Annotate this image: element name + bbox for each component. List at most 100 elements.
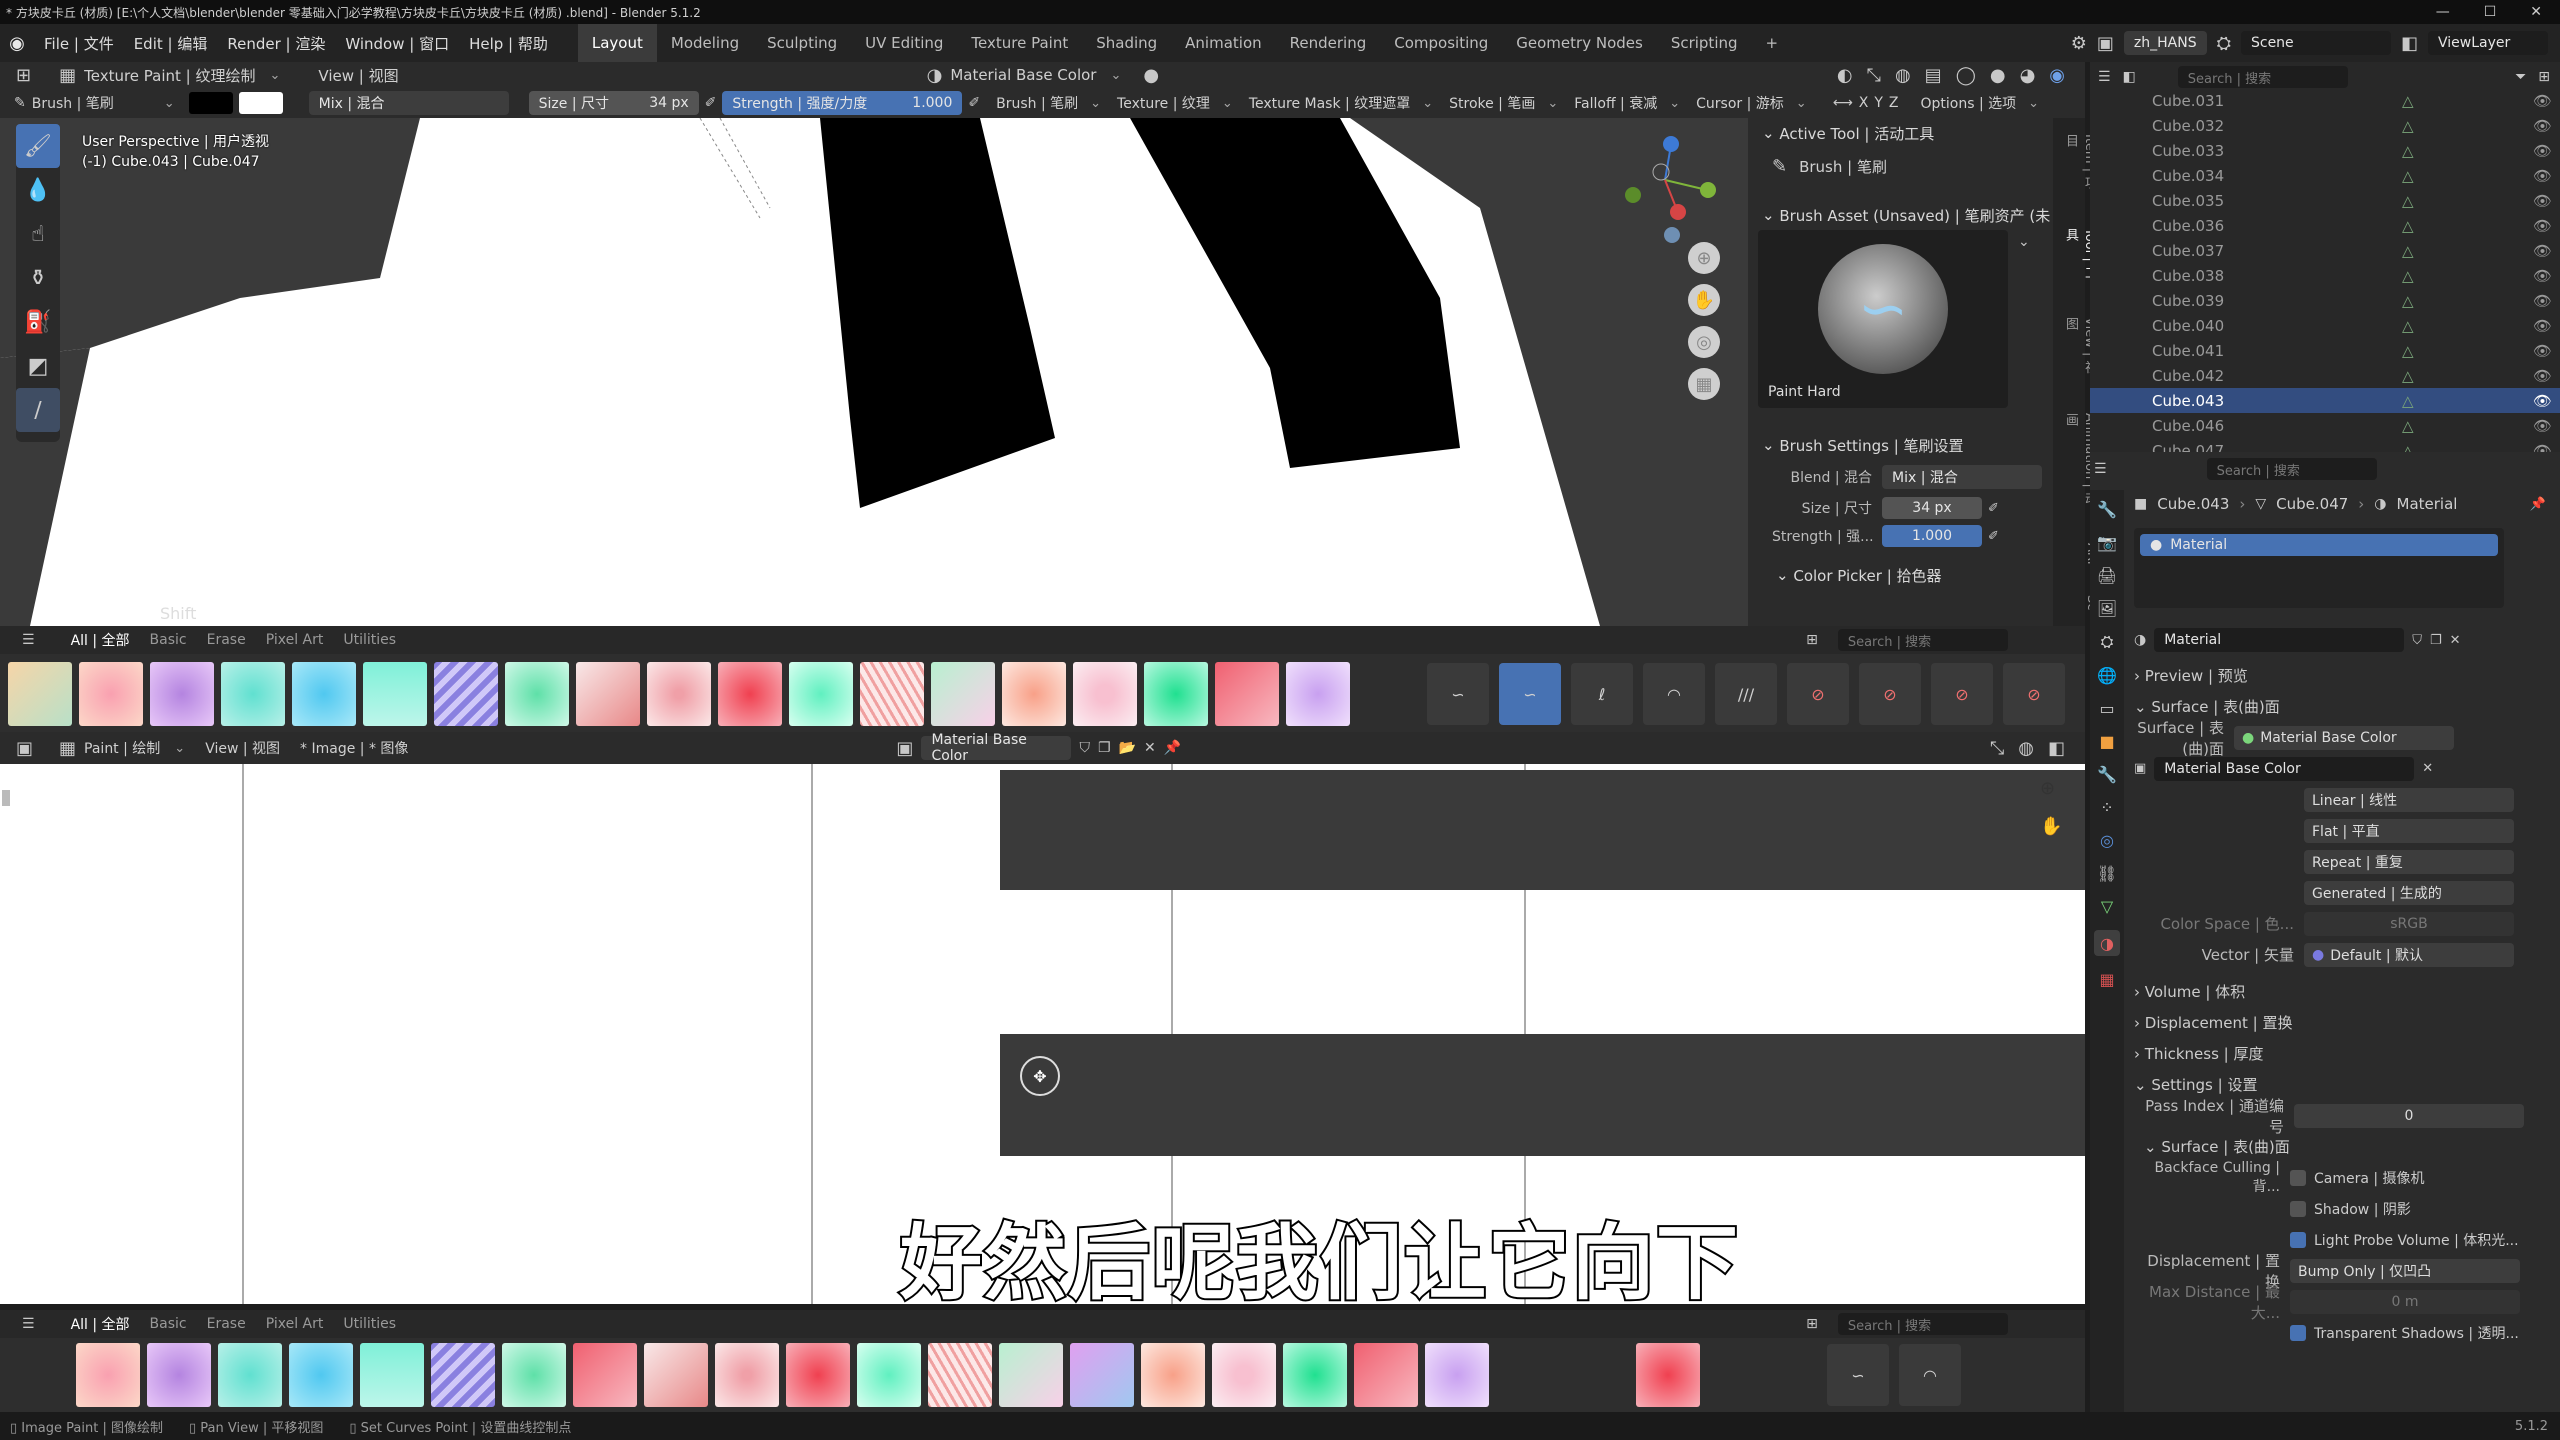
image-browse-icon[interactable]: ▣: [896, 738, 913, 759]
extension-dropdown[interactable]: Repeat | 重复: [2304, 849, 2514, 874]
tab-animation[interactable]: Animation: [1171, 24, 1275, 62]
brush-selector[interactable]: Brush | 笔刷: [32, 93, 152, 113]
mirror-y[interactable]: Y: [1874, 95, 1883, 111]
tab-layout[interactable]: Layout: [577, 24, 657, 62]
asset-thumb[interactable]: [715, 1343, 779, 1407]
outliner-row[interactable]: Cube.033 △ 👁: [2090, 138, 2560, 163]
maximize-icon[interactable]: ☐: [2484, 4, 2497, 20]
image-menu[interactable]: * Image | * 图像: [300, 738, 408, 758]
volume-panel-header[interactable]: › Volume | 体积: [2134, 976, 2560, 1007]
gizmo-icon[interactable]: ⤡: [1867, 65, 1881, 86]
material-base-color-selector[interactable]: Material Base Color: [950, 66, 1096, 84]
tab-uv-editing[interactable]: UV Editing: [851, 24, 957, 62]
modifier-properties-icon[interactable]: 🔧: [2097, 765, 2117, 784]
asset-search-input[interactable]: Search | 搜索: [1837, 1313, 2008, 1335]
active-tool-header[interactable]: ⌄ Active Tool | 活动工具: [1748, 118, 2053, 148]
overlay-icon[interactable]: ◍: [1895, 65, 1911, 86]
asset-thumb[interactable]: [718, 662, 782, 726]
asset-thumb[interactable]: [8, 662, 72, 726]
material-slot[interactable]: ● Material: [2140, 534, 2498, 556]
asset-tab-utilities[interactable]: Utilities: [343, 1316, 396, 1332]
size-pressure-icon[interactable]: ✐: [1988, 501, 1999, 516]
asset-thumb[interactable]: [786, 1343, 850, 1407]
outliner-row[interactable]: Cube.041 △ 👁: [2090, 338, 2560, 363]
asset-thumb[interactable]: [999, 1343, 1063, 1407]
close-icon[interactable]: ✕: [2530, 4, 2542, 20]
brush-asset-thumb[interactable]: ◠: [1899, 1344, 1961, 1406]
asset-thumb[interactable]: [505, 662, 569, 726]
brush-asset-thumb[interactable]: ℓ: [1571, 663, 1633, 725]
falloff-popover[interactable]: Falloff | 衰减: [1574, 93, 1657, 113]
asset-thumb[interactable]: [434, 662, 498, 726]
physics-properties-icon[interactable]: ◎: [2100, 831, 2114, 850]
fake-user-icon[interactable]: ⛉: [2412, 633, 2422, 648]
outliner-row[interactable]: Cube.032 △ 👁: [2090, 113, 2560, 138]
asset-thumb[interactable]: [289, 1343, 353, 1407]
outliner-editor-icon[interactable]: ☰: [2098, 69, 2111, 85]
asset-thumb[interactable]: [292, 662, 356, 726]
paint-mode-selector[interactable]: Paint | 绘制: [84, 738, 160, 758]
outliner-row[interactable]: Cube.036 △ 👁: [2090, 213, 2560, 238]
render-properties-icon[interactable]: 📷: [2097, 533, 2117, 552]
asset-thumb[interactable]: [1354, 1343, 1418, 1407]
asset-thumb[interactable]: [150, 662, 214, 726]
projection-dropdown[interactable]: Flat | 平直: [2304, 818, 2514, 843]
line-tool-icon[interactable]: ∕: [16, 388, 60, 432]
brush-asset-thumb[interactable]: ∽: [1827, 1344, 1889, 1406]
xray-icon[interactable]: ▤: [1925, 65, 1942, 86]
asset-thumb[interactable]: [1144, 662, 1208, 726]
image-editor-type-icon[interactable]: ▣: [16, 738, 33, 759]
asset-thumb[interactable]: [857, 1343, 921, 1407]
asset-search-input[interactable]: Search | 搜索: [1837, 629, 2008, 651]
menu-edit[interactable]: Edit | 编辑: [124, 29, 218, 57]
transparent-shadows-checkbox[interactable]: [2290, 1324, 2306, 1341]
pass-index-field[interactable]: 0: [2294, 1103, 2524, 1128]
mirror-z[interactable]: Z: [1889, 95, 1899, 111]
asset-tab-all[interactable]: All | 全部: [71, 1314, 130, 1334]
image-editor-canvas[interactable]: ✥ ⊕ ✋ 好然后呢我们让它向下: [0, 764, 2085, 1304]
asset-thumb[interactable]: [1425, 1343, 1489, 1407]
brush-asset-thumb[interactable]: ◠: [1643, 663, 1705, 725]
size-field[interactable]: Size | 尺寸 34 px: [528, 91, 699, 115]
breadcrumb-material[interactable]: Material: [2397, 495, 2458, 513]
brush-asset-thumb[interactable]: ⊘: [1787, 663, 1849, 725]
image-overlay-icon[interactable]: ◍: [2018, 738, 2034, 759]
asset-tab-basic[interactable]: Basic: [150, 632, 187, 648]
breadcrumb-object[interactable]: Cube.043: [2157, 495, 2229, 513]
outliner-row[interactable]: Cube.039 △ 👁: [2090, 288, 2560, 313]
image-zoom-icon[interactable]: ⊕: [2040, 778, 2055, 799]
view-menu[interactable]: View | 视图: [318, 65, 398, 86]
brush-asset-thumb[interactable]: ⊘: [1931, 663, 1993, 725]
texture-popover[interactable]: Texture | 纹理: [1117, 93, 1210, 113]
navigation-gizmo[interactable]: [1615, 130, 1725, 250]
asset-thumb[interactable]: [363, 662, 427, 726]
image-pan-icon[interactable]: ✋: [2040, 816, 2062, 837]
brush-asset-header[interactable]: ⌄ Brush Asset (Unsaved) | 笔刷资产 (未: [1748, 200, 2053, 230]
display-options-icon[interactable]: ⊞: [1806, 632, 1818, 648]
properties-editor-icon[interactable]: ☰: [2094, 461, 2107, 477]
soften-brush-icon[interactable]: 💧: [16, 168, 60, 212]
brush-asset-thumb[interactable]: ///: [1715, 663, 1777, 725]
outliner-row[interactable]: Cube.031 △ 👁: [2090, 88, 2560, 113]
menu-file[interactable]: File | 文件: [34, 29, 124, 57]
new-collection-icon[interactable]: ⊞: [2538, 69, 2550, 85]
strength-field[interactable]: Strength | 强度/力度 1.000: [722, 91, 963, 115]
duplicate-icon[interactable]: ❐: [1098, 740, 1111, 756]
visibility-icon[interactable]: ◐: [1837, 65, 1853, 86]
world-properties-icon[interactable]: 🌐: [2097, 666, 2117, 685]
asset-thumb[interactable]: [644, 1343, 708, 1407]
display-mode-icon[interactable]: ◧: [2123, 69, 2136, 85]
draw-brush-icon[interactable]: 🖌: [16, 124, 60, 168]
asset-thumb[interactable]: [576, 662, 640, 726]
light-probe-checkbox[interactable]: [2290, 1231, 2306, 1248]
data-properties-icon[interactable]: ▽: [2101, 897, 2113, 916]
asset-thumb[interactable]: [1215, 662, 1279, 726]
minimize-icon[interactable]: —: [2436, 4, 2450, 20]
image-view-menu[interactable]: View | 视图: [205, 738, 280, 758]
filter-icon[interactable]: ⏷: [2515, 69, 2526, 85]
image-name-field[interactable]: Material Base Color: [921, 732, 1072, 764]
mask-brush-icon[interactable]: ◩: [16, 344, 60, 388]
asset-thumb[interactable]: [1286, 662, 1350, 726]
output-properties-icon[interactable]: 🖨: [2097, 566, 2117, 585]
stroke-popover[interactable]: Stroke | 笔画: [1449, 93, 1535, 113]
